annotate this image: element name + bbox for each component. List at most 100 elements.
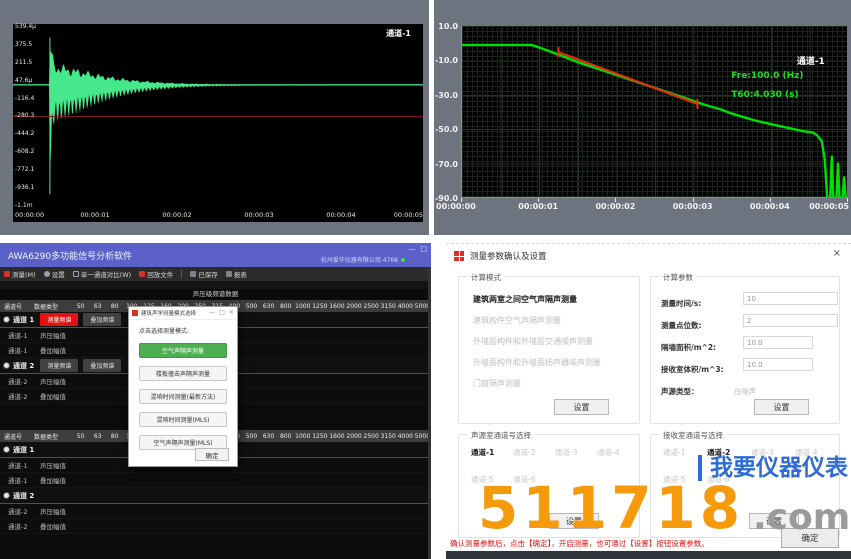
minimize-icon[interactable]: — — [408, 245, 415, 254]
group-title: 计算参数 — [659, 272, 697, 283]
freq-header: 1250 — [311, 303, 328, 310]
param-input[interactable] — [743, 358, 813, 371]
freq-header: 3150 — [380, 303, 397, 310]
calc-mode-option[interactable]: 外墙面构件和外墙面扬声器噪声测量 — [473, 352, 639, 373]
mode-dialog-titlebar[interactable]: 建筑声学测量模式选择 — □ × — [129, 307, 237, 320]
calc-param-group: 计算参数 测量时间/s:测量点位数:隔墙面积/m^2:接收室体积/m^3: 声源… — [650, 276, 840, 424]
param-input[interactable] — [743, 292, 838, 305]
channel-option[interactable]: 通道-1 — [467, 447, 509, 458]
titlebar-status: 杭州爱华仪器有限公司 4768 — [321, 255, 405, 264]
freq-header: 800 — [277, 303, 294, 310]
toolbar-item[interactable]: 测量(M) — [4, 269, 36, 279]
channel-option[interactable]: 通道-3 — [551, 447, 593, 458]
calc-mode-options: 建筑两室之间空气声隔声测量建筑构件空气声隔声测量外墙面构件和外墙面交通噪声测量外… — [459, 289, 639, 394]
row-channel: 通道-1 — [8, 345, 40, 355]
red-icon — [4, 271, 10, 277]
waveform-y-axis-labels: 539.4µ375.5211.547.6µ-116.4-280.3-444.2-… — [15, 24, 45, 209]
channel-option[interactable]: 通道-5 — [467, 474, 509, 485]
calc-mode-option[interactable]: 建筑构件空气声隔声测量 — [473, 310, 639, 331]
source-type-row: 声源类型： 白噪声 — [661, 379, 839, 399]
col-type-header: 数据类型 — [34, 302, 72, 311]
row-channel: 通道-2 — [8, 376, 40, 386]
calc-mode-option[interactable]: 建筑两室之间空气声隔声测量 — [473, 289, 639, 310]
channel-option[interactable]: 通道-4 — [593, 447, 635, 458]
maximize-icon[interactable]: □ — [420, 245, 427, 254]
toolbar-item[interactable]: 报表 — [226, 269, 247, 279]
y-tick-label: 10.0 — [434, 22, 458, 31]
maximize-icon[interactable]: □ — [219, 309, 225, 317]
mode-button[interactable]: 混响时间测量(MLS) — [139, 412, 227, 427]
freq-header: 1250 — [311, 433, 328, 440]
freq-header: 2500 — [363, 303, 380, 310]
mode-settings-button[interactable]: 设置 — [554, 399, 609, 415]
data-row[interactable]: 通道-2叠加幅值 — [0, 519, 431, 534]
mode-button[interactable]: 混响时间测量(最新方法) — [139, 389, 227, 404]
params-dialog-title: 测量参数确认及设置 — [470, 250, 547, 262]
spectrum-badge[interactable]: 测量频谱 — [40, 313, 78, 326]
spectrum-badge[interactable]: 叠加频谱 — [83, 359, 121, 372]
toolbar-item[interactable]: 设置 — [44, 269, 65, 279]
channel-option[interactable]: 通道-6 — [509, 474, 551, 485]
mode-button[interactable]: 楼板撞击声隔声测量 — [139, 366, 227, 381]
row-type: 叠加幅值 — [40, 475, 66, 485]
channel-group-name: 通道 1 — [13, 315, 34, 325]
data-row[interactable]: 通道-1叠加幅值 — [0, 473, 431, 488]
params-ok-button[interactable]: 确定 — [781, 528, 839, 548]
channel-option[interactable]: 通道-2 — [703, 447, 747, 458]
waveform-svg — [13, 24, 423, 209]
y-tick-label: -608.2 — [15, 149, 45, 155]
param-input[interactable] — [743, 336, 813, 349]
toolbar-item-label: 测量(M) — [12, 269, 36, 279]
connection-status-dot-icon — [401, 258, 405, 262]
data-row[interactable]: 通道-2声压幅值 — [0, 504, 431, 519]
row-type: 叠加幅值 — [40, 391, 66, 401]
x-tick-label: 00:00:05 — [394, 211, 423, 219]
group-title: 接收室通道号选择 — [659, 430, 727, 441]
freq-header: 500 — [243, 433, 260, 440]
horizontal-gutter — [0, 235, 851, 243]
channel-option[interactable]: 通道-6 — [703, 474, 747, 485]
channel-group-name: 通道 2 — [13, 491, 34, 501]
param-fields: 测量时间/s:测量点位数:隔墙面积/m^2:接收室体积/m^3: — [651, 291, 839, 379]
source-room-channels: 通道-1通道-2通道-3通道-4 通道-5通道-6 — [467, 447, 635, 485]
close-icon[interactable]: × — [229, 309, 234, 317]
mode-ok-button[interactable]: 确定 — [195, 448, 229, 461]
titlebar[interactable]: AWA6290多功能信号分析软件 杭州爱华仪器有限公司 4768 — □ — [0, 243, 431, 267]
waveform-x-axis-labels: 00:00:0000:00:0100:00:0200:00:0300:00:04… — [13, 211, 423, 221]
calc-mode-option[interactable]: 外墙面构件和外墙面交通噪声测量 — [473, 331, 639, 352]
param-settings-button[interactable]: 设置 — [754, 399, 809, 415]
channel-group-name: 通道 2 — [13, 361, 34, 371]
channel-option[interactable]: 通道-5 — [659, 474, 703, 485]
toolbar-separator — [181, 270, 182, 278]
params-footer-note: 确认测量参数后，点击【确定】，开启测量，也可通过【设置】按钮设置参数。 — [450, 538, 709, 549]
x-tick-label: 00:00:02 — [595, 202, 635, 211]
channel-group-row[interactable]: 通道 2 — [0, 488, 431, 504]
receive-settings-button[interactable]: 设置 — [749, 513, 799, 529]
param-field: 测量点位数: — [661, 313, 839, 335]
calc-mode-option[interactable]: 门窗隔声测量 — [473, 373, 639, 394]
toolbar-item[interactable]: 单一通道对比(W) — [73, 269, 132, 279]
x-axis-tick — [615, 198, 616, 202]
toolbar-item[interactable]: 已保存 — [190, 269, 218, 279]
freq-header: 1600 — [328, 303, 345, 310]
spectrum-badge[interactable]: 测量频谱 — [40, 359, 78, 372]
y-tick-label: -116.4 — [15, 96, 45, 102]
spectrum-badge[interactable]: 叠加频谱 — [83, 313, 121, 326]
channel-option[interactable]: 通道-1 — [659, 447, 703, 458]
channel-option[interactable]: 通道-2 — [509, 447, 551, 458]
vertical-gutter-top — [429, 0, 434, 235]
params-dialog-titlebar[interactable]: 测量参数确认及设置 × — [446, 244, 851, 268]
mode-buttons: 空气声隔声测量楼板撞击声隔声测量混响时间测量(最新方法)混响时间测量(MLS)空… — [129, 343, 237, 450]
toolbar-item[interactable]: 回放文件 — [139, 269, 173, 279]
close-icon[interactable]: × — [833, 248, 841, 259]
mode-button[interactable]: 空气声隔声测量 — [139, 343, 227, 358]
scrollbar[interactable] — [428, 267, 431, 559]
channel-option[interactable]: 通道-3 — [747, 447, 791, 458]
minimize-icon[interactable]: — — [209, 309, 215, 317]
row-channel: 通道-1 — [8, 475, 40, 485]
channel-option[interactable]: 通道-4 — [791, 447, 835, 458]
param-input[interactable] — [743, 314, 838, 327]
freq-header: 800 — [277, 433, 294, 440]
win-icon — [73, 271, 79, 277]
source-settings-button[interactable]: 设置 — [549, 513, 599, 529]
